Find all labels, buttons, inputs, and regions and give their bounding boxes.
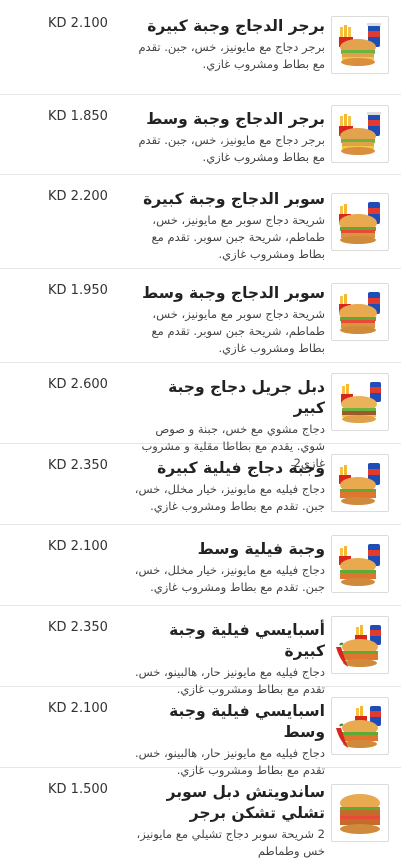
menu-item-price: KD 2.200 [48, 189, 108, 204]
menu-item-price: KD 2.100 [48, 701, 108, 716]
menu-item-price: KD 2.100 [48, 539, 108, 554]
menu-item-text: وجبة فيلية وسط دجاج فيليه مع مايونيز، خي… [133, 539, 325, 596]
menu-item-title: اسبايسي فيلية وجبة وسط [169, 702, 325, 741]
spicy-combo-image[interactable] [331, 616, 389, 674]
menu-item-title: وجبة فيلية وسط [197, 540, 325, 558]
menu-item-text: وجبة دجاج فيلية كبيرة دجاج فيليه مع مايو… [133, 458, 325, 515]
menu-item-price: KD 2.350 [48, 458, 108, 473]
menu-item-price: KD 1.950 [48, 283, 108, 298]
burger-combo-image[interactable] [331, 16, 389, 74]
menu-item[interactable]: دبل جريل دجاج وجبة كبير دجاج مشوي مع خس،… [0, 363, 401, 470]
menu-item[interactable]: برجر الدجاج وجبة كبيرة برجر دجاج مع مايو… [0, 2, 401, 95]
menu-item-text: برجر الدجاج وجبة كبيرة برجر دجاج مع مايو… [133, 16, 325, 73]
menu-item-description: دجاج فيليه مع مايونيز، خيار مخلل، خس، جب… [134, 482, 325, 513]
menu-item-title: أسبايسي فيلية وجبة كبيرة [169, 621, 325, 660]
menu-item-title: سوبر الدجاج وجبة وسط [142, 284, 325, 302]
menu-item-price: KD 2.600 [48, 377, 108, 392]
menu-item-title: برجر الدجاج وجبة وسط [146, 110, 325, 128]
menu-item-list: برجر الدجاج وجبة كبيرة برجر دجاج مع مايو… [0, 2, 401, 868]
menu-item-price: KD 2.350 [48, 620, 108, 635]
menu-item-text: ساندويتش دبل سوبر تشلي تشكن برجر 2 شريحة… [133, 782, 325, 860]
menu-item[interactable]: ساندويتش دبل سوبر تشلي تشكن برجر 2 شريحة… [0, 768, 401, 868]
menu-item-title: دبل جريل دجاج وجبة كبير [168, 378, 325, 417]
grill-combo-image[interactable] [331, 373, 389, 431]
menu-item[interactable]: وجبة فيلية وسط دجاج فيليه مع مايونيز، خي… [0, 525, 401, 606]
super-combo-image[interactable] [331, 283, 389, 341]
menu-item-price: KD 2.100 [48, 16, 108, 31]
menu-item-description: دجاج فيليه مع مايونيز، خيار مخلل، خس، جب… [134, 563, 325, 594]
menu-item-title: سوبر الدجاج وجبة كبيرة [143, 190, 325, 208]
menu-item[interactable]: وجبة دجاج فيلية كبيرة دجاج فيليه مع مايو… [0, 444, 401, 525]
menu-item[interactable]: أسبايسي فيلية وجبة كبيرة دجاج فيليه مع م… [0, 606, 401, 696]
menu-item[interactable]: اسبايسي فيلية وجبة وسط دجاج فيليه مع ماي… [0, 687, 401, 777]
menu-item[interactable]: سوبر الدجاج وجبة كبيرة شريحة دجاج سوبر م… [0, 175, 401, 269]
spicy-combo-image[interactable] [331, 697, 389, 755]
menu-item-price: KD 1.500 [48, 782, 108, 797]
menu-item[interactable]: برجر الدجاج وجبة وسط برجر دجاج مع مايوني… [0, 95, 401, 175]
menu-item-description: شريحة دجاج سوبر مع مايونيز، خس، طماطم، ش… [151, 307, 325, 355]
fillet-combo-image[interactable] [331, 535, 389, 593]
fillet-combo-image[interactable] [331, 454, 389, 512]
menu-item-text: سوبر الدجاج وجبة كبيرة شريحة دجاج سوبر م… [133, 189, 325, 263]
double-sandwich-image[interactable] [331, 784, 389, 842]
super-combo-image[interactable] [331, 193, 389, 251]
menu-item-description: برجر دجاج مع مايونيز، خس، جبن. تقدم مع ب… [138, 133, 325, 164]
menu-item-text: برجر الدجاج وجبة وسط برجر دجاج مع مايوني… [133, 109, 325, 166]
menu-item-description: 2 شريحة سوبر دجاج تشيلي مع مايونيز، خس و… [136, 827, 325, 858]
menu-item-text: سوبر الدجاج وجبة وسط شريحة دجاج سوبر مع … [133, 283, 325, 357]
menu-item-description: شريحة دجاج سوبر مع مايونيز، خس، طماطم، ش… [151, 213, 325, 261]
menu-item-title: وجبة دجاج فيلية كبيرة [157, 459, 325, 477]
burger-combo-image[interactable] [331, 105, 389, 163]
menu-item-title: ساندويتش دبل سوبر تشلي تشكن برجر [166, 783, 325, 822]
menu-item[interactable]: سوبر الدجاج وجبة وسط شريحة دجاج سوبر مع … [0, 269, 401, 363]
menu-item-price: KD 1.850 [48, 109, 108, 124]
menu-item-title: برجر الدجاج وجبة كبيرة [147, 17, 325, 35]
menu-item-description: برجر دجاج مع مايونيز، خس، جبن. تقدم مع ب… [138, 40, 325, 71]
